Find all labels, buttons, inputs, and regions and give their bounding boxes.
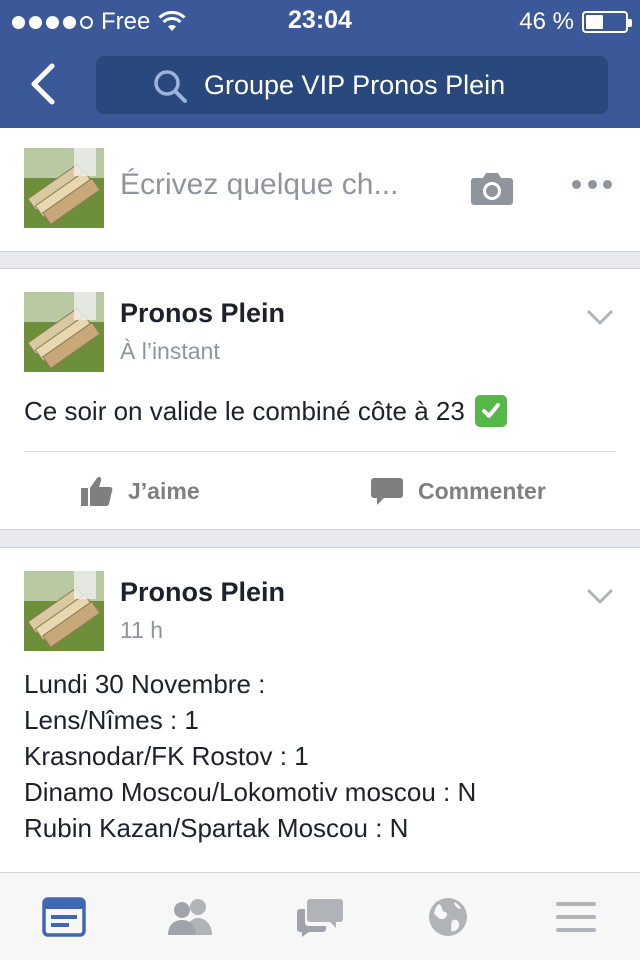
post-line: Lundi 30 Novembre : (24, 669, 266, 699)
status-bar: Free 23:04 46 % (0, 0, 640, 40)
post-line: Rubin Kazan/Spartak Moscou : N (24, 813, 409, 843)
tab-messages[interactable] (296, 895, 344, 939)
battery-level (586, 15, 603, 29)
search-icon (154, 70, 187, 103)
search-bar[interactable]: Groupe VIP Pronos Plein (96, 56, 608, 114)
composer-placeholder[interactable]: Écrivez quelque ch... (120, 168, 398, 202)
like-label: J’aime (128, 477, 200, 504)
post-author[interactable]: Pronos Plein (120, 298, 285, 329)
back-chevron-icon[interactable] (24, 62, 64, 106)
avatar[interactable] (24, 292, 104, 372)
post-timestamp: 11 h (120, 617, 164, 643)
chevron-down-icon[interactable] (586, 309, 614, 327)
battery-percentage: 46 % (519, 8, 574, 35)
thumbs-up-icon (81, 477, 113, 506)
globe-icon (429, 898, 467, 936)
post-composer: Écrivez quelque ch... (0, 128, 640, 252)
post-line: Krasnodar/FK Rostov : 1 (24, 741, 309, 771)
avatar[interactable] (24, 571, 104, 651)
chevron-down-icon[interactable] (586, 588, 614, 606)
like-button[interactable]: J’aime (80, 465, 200, 517)
tab-notifications[interactable] (424, 895, 472, 939)
post-line: Lens/Nîmes : 1 (24, 705, 199, 735)
status-right: 46 % (519, 8, 632, 36)
feed-post: Pronos Plein 11 h Lundi 30 Novembre : Le… (0, 547, 640, 873)
news-feed-icon (42, 897, 86, 937)
tab-friends[interactable] (166, 895, 214, 939)
battery-icon (582, 11, 632, 33)
post-timestamp: À l’instant (120, 338, 220, 364)
comment-button[interactable]: Commenter (370, 465, 546, 517)
messages-icon (297, 899, 343, 937)
post-message: Ce soir on valide le combiné côte à 23 (24, 395, 465, 426)
avatar[interactable] (24, 148, 104, 228)
comment-label: Commenter (418, 477, 546, 504)
check-mark-icon (474, 395, 507, 427)
bottom-tab-bar (0, 872, 640, 960)
app-header: Free 23:04 46 % Groupe VIP Pronos Plein (0, 0, 640, 128)
comment-icon (371, 478, 403, 505)
more-options-icon[interactable] (572, 180, 612, 194)
friends-icon (168, 899, 212, 935)
feed-post: Pronos Plein À l’instant Ce soir on vali… (0, 268, 640, 530)
post-line: Dinamo Moscou/Lokomotiv moscou : N (24, 777, 477, 807)
search-text: Groupe VIP Pronos Plein (204, 70, 506, 100)
post-text: Lundi 30 Novembre : Lens/Nîmes : 1 Krasn… (24, 666, 476, 846)
menu-icon (556, 902, 596, 932)
camera-icon[interactable] (470, 170, 514, 206)
tab-news-feed[interactable] (40, 895, 88, 939)
tab-more[interactable] (552, 895, 600, 939)
divider (24, 451, 616, 452)
post-author[interactable]: Pronos Plein (120, 577, 285, 608)
post-text: Ce soir on valide le combiné côte à 23 (24, 395, 507, 427)
